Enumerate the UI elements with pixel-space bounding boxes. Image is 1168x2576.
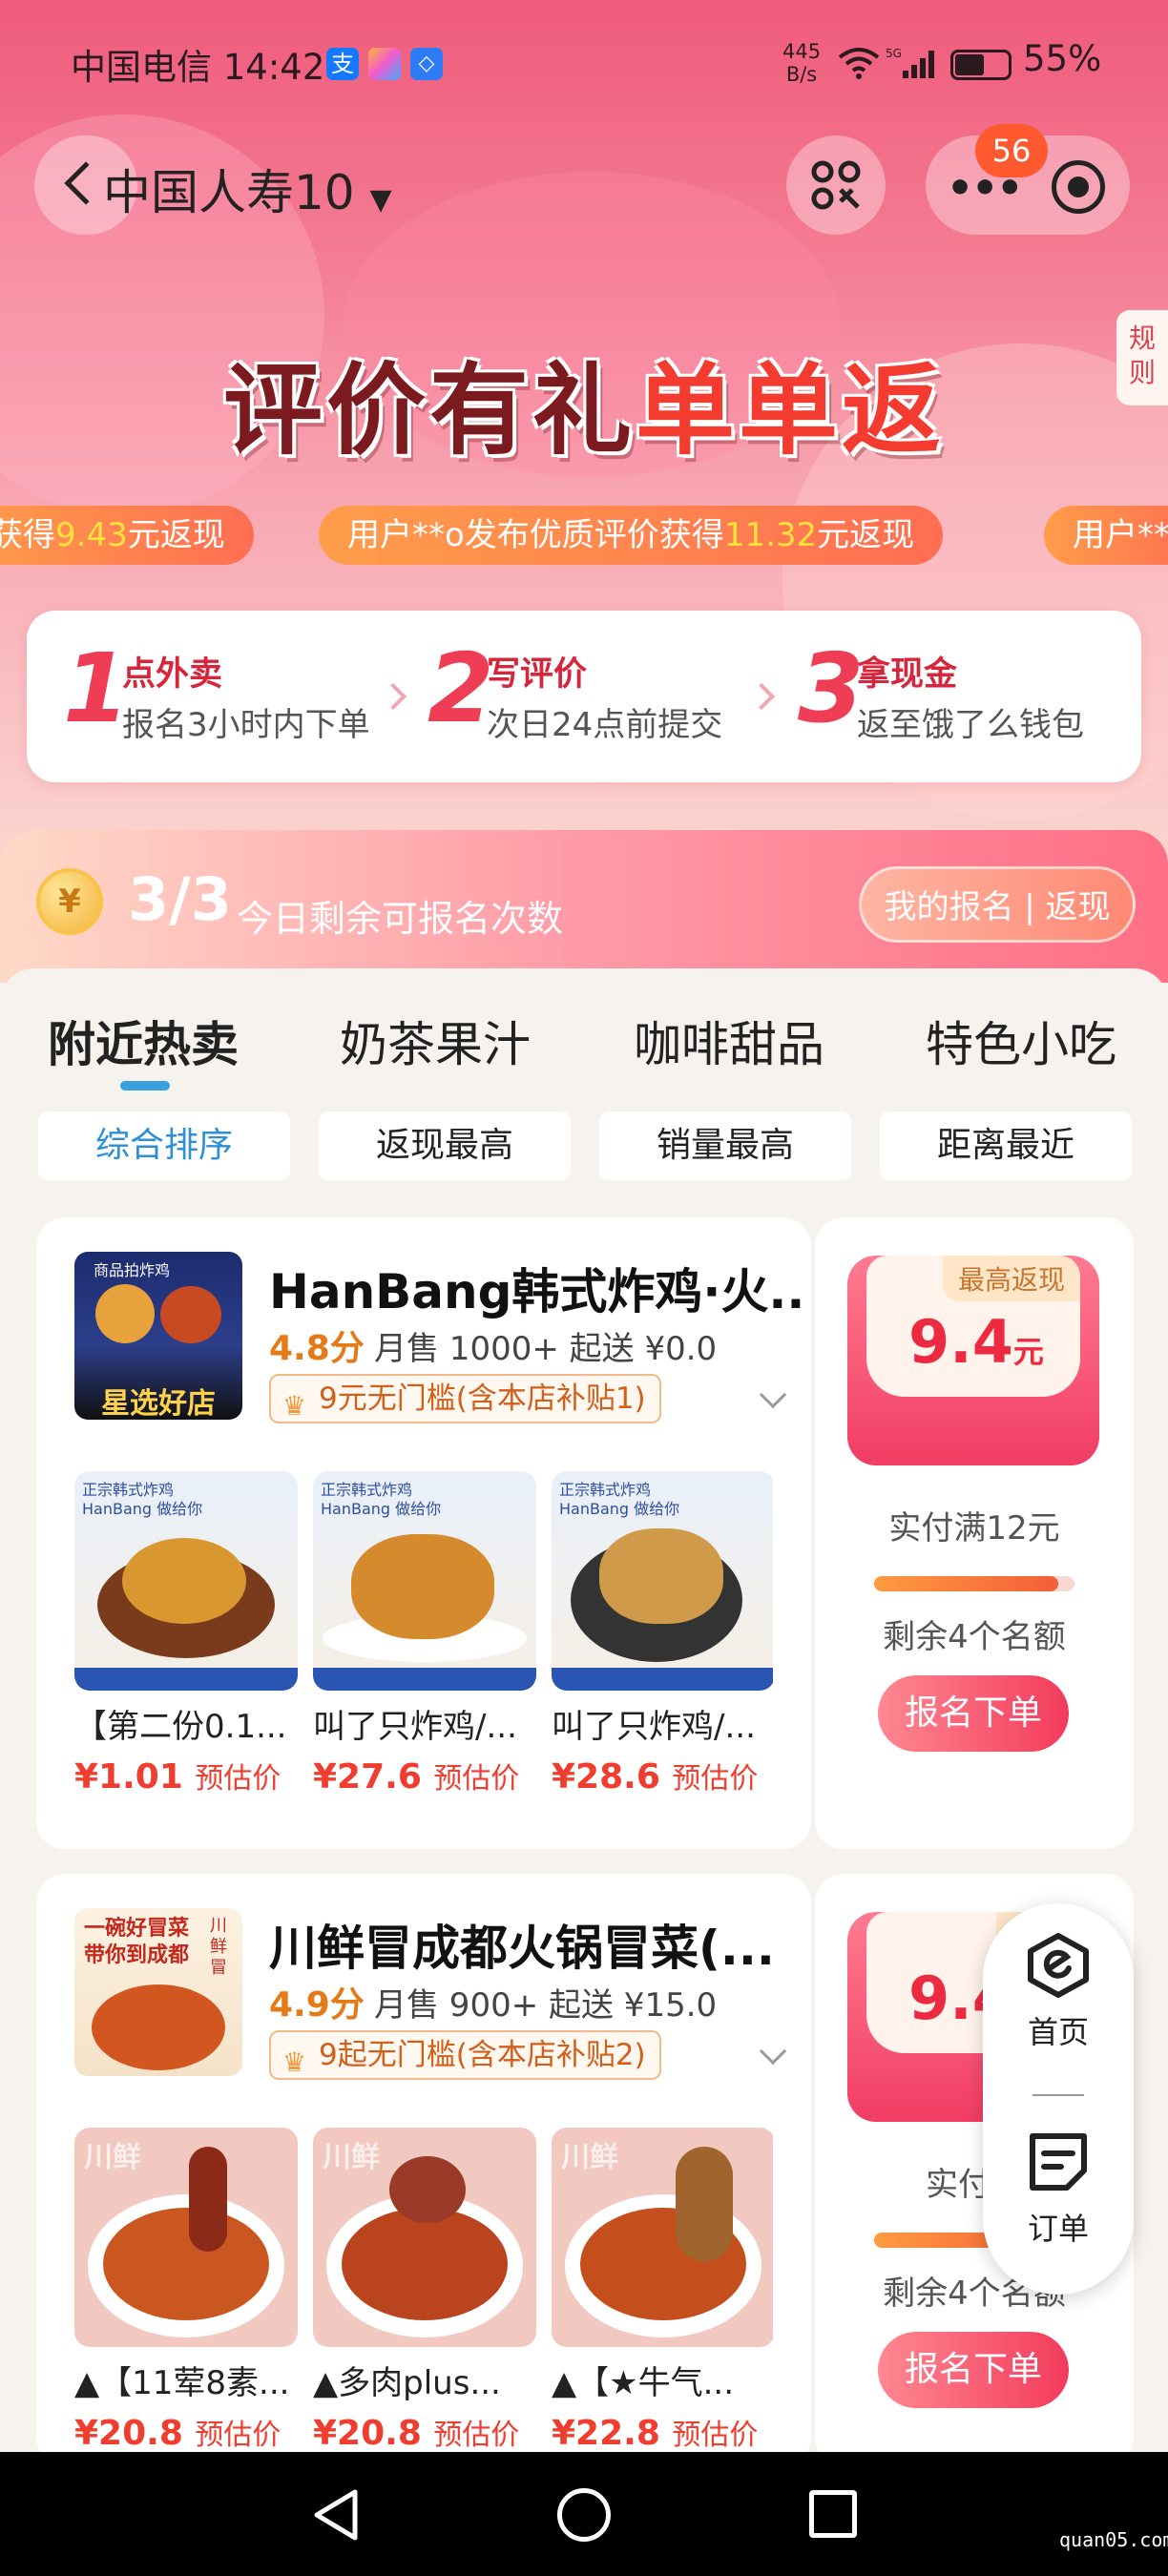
status-carrier-time: 中国电信 14:42 [71,47,325,88]
crown-icon: ♛ [282,2046,307,2078]
my-signup-button[interactable]: 我的报名 | 返现 [859,866,1136,943]
arrow-right-icon [747,682,776,711]
dish-item[interactable]: 正宗韩式炸鸡 HanBang 做给你 叫了只炸鸡/... ¥28.6 预估价 [552,1471,773,1797]
banner-title: 评价有礼单单返 [222,352,946,468]
scan-button[interactable] [786,135,886,235]
divider [1032,2094,1084,2096]
sort-default[interactable]: 综合排序 [38,1111,290,1180]
dish-image: 川鲜 [552,2128,773,2347]
coin-icon: ¥ [36,868,103,935]
shop-logo: 一碗好冒菜 带你到成都 川鲜冒 [74,1908,242,2076]
quota-count: 3/3 [128,864,232,934]
quota-bar: ¥ 3/3 今日剩余可报名次数 我的报名 | 返现 [0,830,1168,983]
dish-image: 正宗韩式炸鸡 HanBang 做给你 [313,1471,536,1691]
shop-name: HanBang韩式炸鸡·火... [269,1264,803,1319]
home-button[interactable]: 首页 [983,1932,1134,2052]
home-icon [1028,1933,1089,1998]
cashback-condition: 实付满12元 [888,1509,1060,1548]
nav-app-icon: ◇ [410,48,443,80]
tab-snacks[interactable]: 特色小吃 [926,1007,1116,1075]
expand-chevron-icon[interactable] [759,1381,787,1409]
shop-sales: 月售 900+ 起送 ¥15.0 [374,1986,718,2025]
dish-image: 正宗韩式炸鸡 HanBang 做给你 [552,1471,773,1691]
cashback-card: 最高返现 9.4元 实付满12元 剩余4个名额 报名下单 [815,1217,1134,1849]
battery-percent: 55% [1023,38,1102,79]
ticker-item: 用户**o发布优质评价获得11.32元返现 [319,506,944,565]
tab-milk-tea[interactable]: 奶茶果汁 [340,1007,531,1075]
svg-text:5G: 5G [886,47,902,60]
shop-name: 川鲜冒成都火锅冒菜(... [269,1921,775,1976]
location-selector[interactable]: 中国人寿10 ▼ [103,155,392,223]
shop-card[interactable]: 一碗好冒菜 带你到成都 川鲜冒 川鲜冒成都火锅冒菜(... 4.9分 月售 90… [36,1874,811,2465]
shop-score: 4.9分 [269,1985,365,2025]
dish-image: 川鲜 [74,2128,298,2347]
shop-score: 4.8分 [269,1329,365,1368]
battery-icon [950,50,1012,80]
tab-nearby-hot[interactable]: 附近热卖 [48,1007,239,1075]
quota-label: 今日剩余可报名次数 [237,898,564,940]
shop-card[interactable]: 商品拍炸鸡 星选好店 HanBang韩式炸鸡·火... 4.8分 月售 1000… [36,1217,811,1849]
tab-indicator [120,1081,170,1091]
network-speed: 445 B/s [782,40,822,86]
crown-icon: ♛ [282,1390,307,1422]
home-circle-icon[interactable] [557,2488,611,2542]
close-miniapp-icon[interactable] [1052,160,1105,214]
coupon-badge: ♛ 9元无门槛(含本店补贴1) [269,1374,661,1423]
back-triangle-icon[interactable] [311,2488,361,2542]
shop-sales: 月售 1000+ 起送 ¥0.0 [374,1330,718,1368]
signup-order-button[interactable]: 报名下单 [878,2332,1069,2408]
sort-sales[interactable]: 销量最高 [599,1111,851,1180]
cashback-tag: 最高返现 [942,1256,1080,1301]
system-nav-bar [0,2452,1168,2576]
ticker-item: 用户** [1044,506,1168,565]
location-title: 中国人寿10 [103,165,355,220]
caret-down-icon: ▼ [369,183,392,217]
remaining-slots: 剩余4个名额 [883,1618,1066,1656]
dish-image: 正宗韩式炸鸡 HanBang 做给你 [74,1471,298,1691]
signal-icon: 5G [886,46,939,84]
coupon-badge: ♛ 9起无门槛(含本店补贴2) [269,2030,661,2080]
alipay-icon: 支 [326,48,359,80]
dish-item[interactable]: 川鲜 ▲【11荤8素... ¥20.8 预估价 [74,2128,298,2453]
arrow-right-icon [379,682,407,711]
expand-chevron-icon[interactable] [759,2037,787,2066]
order-icon [1030,2133,1087,2191]
dish-item[interactable]: 正宗韩式炸鸡 HanBang 做给你 叫了只炸鸡/... ¥27.6 预估价 [313,1471,536,1797]
dish-item[interactable]: 川鲜 ▲【★牛气... ¥22.8 预估价 [552,2128,773,2453]
cashback-value: 9.4元 [908,1307,1044,1377]
notification-badge: 56 [975,124,1048,177]
scan-icon [811,160,861,210]
dish-item[interactable]: 正宗韩式炸鸡 HanBang 做给你 【第二份0.1... ¥1.01 预估价 [74,1471,298,1797]
recents-square-icon[interactable] [809,2490,857,2538]
remaining-progress [874,1576,1074,1591]
remaining-progress-fill [874,1576,1059,1591]
red-packet: 最高返现 9.4元 [847,1256,1099,1465]
rules-button[interactable]: 规则 [1116,310,1168,405]
orders-button[interactable]: 订单 [983,2129,1134,2249]
shop-logo: 商品拍炸鸡 星选好店 [74,1252,242,1420]
chevron-left-icon [64,161,108,205]
app-icon [368,48,401,80]
dish-item[interactable]: 川鲜 ▲多肉plus... ¥20.8 预估价 [313,2128,536,2453]
wifi-icon [838,46,880,89]
signup-order-button[interactable]: 报名下单 [878,1675,1069,1752]
tab-coffee-dessert[interactable]: 咖啡甜品 [634,1007,824,1075]
steps-card: 1 点外卖 报名3小时内下单 2 写评价 次日24点前提交 3 拿现金 返至饿了… [27,611,1141,782]
dish-image: 川鲜 [313,2128,536,2347]
ticker-item: 获得9.43元返现 [0,506,254,565]
sort-distance[interactable]: 距离最近 [880,1111,1132,1180]
sort-cashback[interactable]: 返现最高 [319,1111,571,1180]
watermark: quan05.com [1059,2528,1168,2551]
floating-menu: 首页 订单 [983,1903,1134,2295]
